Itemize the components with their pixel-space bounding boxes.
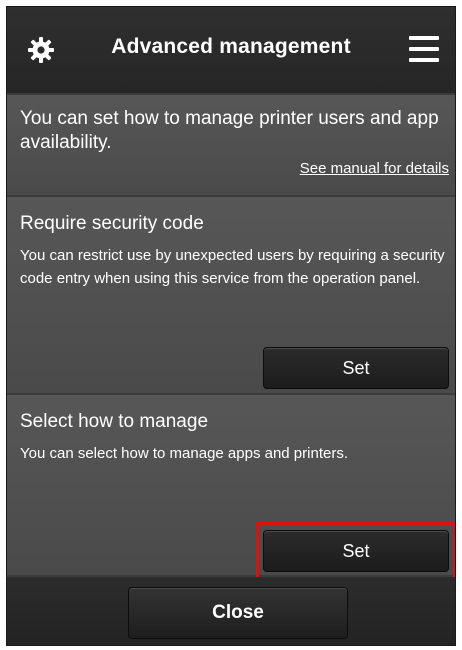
- close-button[interactable]: Close: [128, 587, 348, 639]
- intro-text: You can set how to manage printer users …: [20, 108, 439, 153]
- security-code-set-button[interactable]: Set: [263, 347, 449, 389]
- footer-bar: Close: [7, 577, 455, 645]
- manage-set-button[interactable]: Set: [263, 530, 449, 572]
- page-title: Advanced management: [111, 35, 351, 58]
- require-security-code-section: Require security code You can restrict u…: [7, 197, 455, 393]
- header-bar: Advanced management: [7, 7, 455, 93]
- select-how-to-manage-section: Select how to manage You can select how …: [7, 395, 455, 580]
- security-section-description: You can restrict use by unexpected users…: [20, 247, 445, 287]
- advanced-management-screen: Advanced management You can set how to m…: [6, 6, 456, 646]
- manage-section-title: Select how to manage: [20, 411, 209, 432]
- manage-section-description: You can select how to manage apps and pr…: [20, 445, 348, 462]
- hamburger-menu-icon[interactable]: [409, 35, 439, 63]
- see-manual-link[interactable]: See manual for details: [300, 160, 449, 177]
- intro-section: You can set how to manage printer users …: [7, 95, 455, 195]
- security-section-title: Require security code: [20, 213, 204, 234]
